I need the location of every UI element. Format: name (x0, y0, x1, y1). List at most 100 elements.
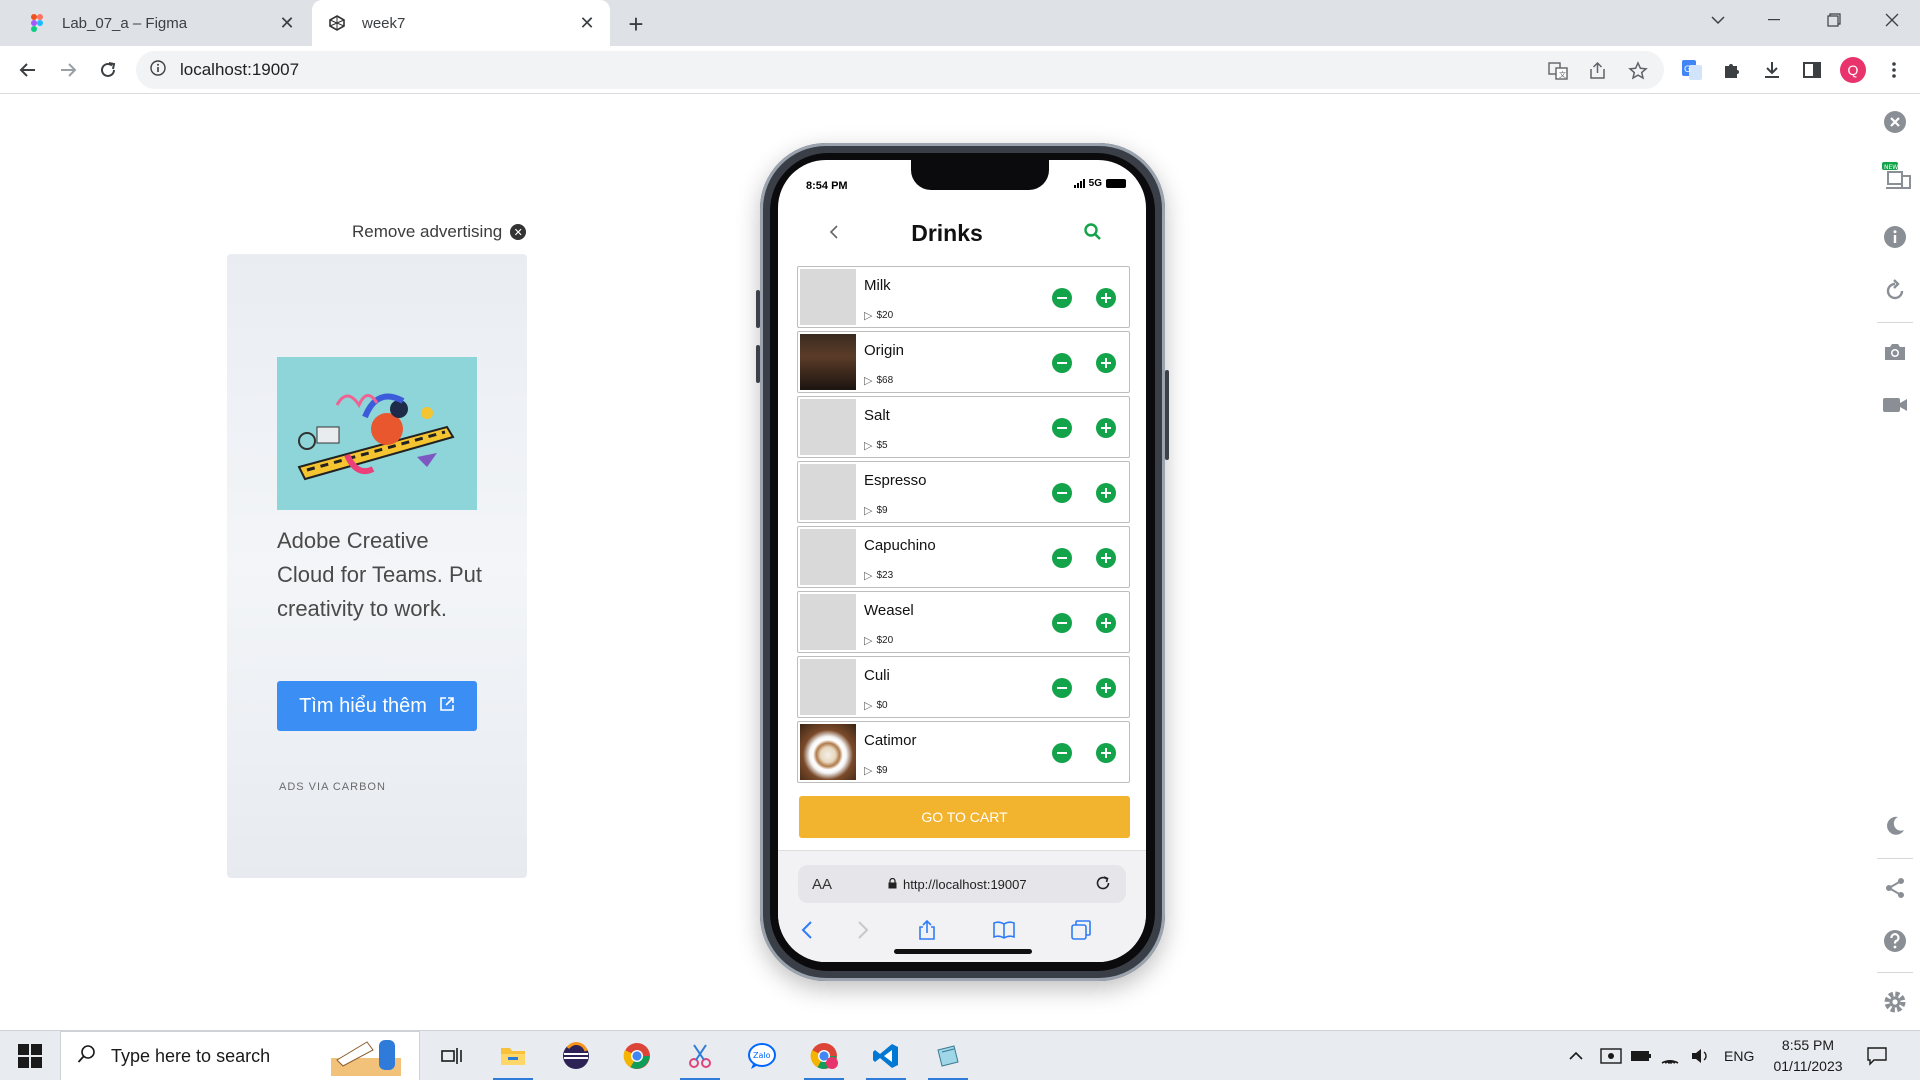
help-icon[interactable] (1880, 926, 1910, 956)
safari-tabs-icon[interactable] (1066, 915, 1096, 945)
text-size-button[interactable]: AA (812, 876, 832, 893)
gear-icon[interactable] (1880, 987, 1910, 1017)
minimize-button[interactable] (1746, 0, 1802, 40)
list-item[interactable]: Weasel ▷ $20 (797, 591, 1130, 653)
extensions-puzzle-icon[interactable] (1716, 54, 1748, 86)
list-item[interactable]: Culi ▷ $0 (797, 656, 1130, 718)
address-bar[interactable]: localhost:19007 文 (136, 51, 1664, 89)
safari-bookmarks-icon[interactable] (989, 915, 1019, 945)
eclipse-icon[interactable] (556, 1036, 596, 1076)
list-item[interactable]: Origin ▷ $68 (797, 331, 1130, 393)
dark-mode-moon-icon[interactable] (1880, 811, 1910, 841)
task-view-icon[interactable] (432, 1036, 472, 1076)
tab-figma[interactable]: Lab_07_a – Figma ✕ (12, 0, 310, 46)
remove-advertising-link[interactable]: Remove advertising ✕ (352, 222, 527, 242)
item-price-row: ▷ $9 (864, 764, 888, 777)
taskbar-search-input[interactable]: Type here to search (60, 1031, 420, 1080)
device-toggle-icon[interactable]: NEW (1880, 162, 1914, 192)
item-price: $9 (876, 505, 888, 516)
reload-icon[interactable] (1094, 874, 1114, 894)
input-language[interactable]: ENG (1724, 1031, 1754, 1080)
safari-address-bar[interactable]: AA http://localhost:19007 (798, 865, 1126, 903)
battery-icon[interactable] (1630, 1031, 1652, 1080)
new-tab-button[interactable]: + (620, 8, 652, 40)
minus-icon (1057, 427, 1067, 429)
forward-arrow-icon[interactable] (52, 54, 84, 86)
file-explorer-icon[interactable] (493, 1036, 533, 1080)
increase-button[interactable] (1096, 353, 1116, 373)
decrease-button[interactable] (1052, 353, 1072, 373)
list-item[interactable]: Espresso ▷ $9 (797, 461, 1130, 523)
share-nodes-icon[interactable] (1880, 873, 1910, 903)
chrome-icon[interactable] (617, 1036, 657, 1076)
list-item[interactable]: Milk ▷ $20 (797, 266, 1130, 328)
increase-button[interactable] (1096, 613, 1116, 633)
tab-week7[interactable]: week7 ✕ (312, 0, 610, 46)
increase-button[interactable] (1096, 288, 1116, 308)
tab-title: Lab_07_a – Figma (62, 14, 188, 32)
close-circle-icon[interactable] (1880, 107, 1910, 137)
close-icon[interactable]: ✕ (574, 10, 600, 36)
safari-url-text: http://localhost:19007 (903, 876, 1027, 892)
google-translate-extension-icon[interactable]: G (1676, 54, 1708, 86)
figma-icon (28, 14, 46, 32)
restore-button[interactable] (1806, 0, 1862, 40)
decrease-button[interactable] (1052, 288, 1072, 308)
increase-button[interactable] (1096, 483, 1116, 503)
ad-learn-more-button[interactable]: Tìm hiểu thêm (277, 681, 477, 731)
increase-button[interactable] (1096, 743, 1116, 763)
translate-icon[interactable]: 文 (1546, 59, 1570, 83)
volume-icon[interactable] (1690, 1031, 1710, 1080)
item-name: Origin (864, 342, 905, 359)
decrease-button[interactable] (1052, 483, 1072, 503)
decrease-button[interactable] (1052, 418, 1072, 438)
tab-search-icon[interactable] (1690, 0, 1746, 40)
decrease-button[interactable] (1052, 548, 1072, 568)
rotate-icon[interactable] (1880, 276, 1910, 306)
zalo-icon[interactable]: Zalo (742, 1036, 782, 1076)
snipping-tool-icon[interactable] (680, 1036, 720, 1080)
show-hidden-icons-chevron-icon[interactable] (1568, 1031, 1584, 1080)
increase-button[interactable] (1096, 548, 1116, 568)
info-icon[interactable] (1880, 222, 1910, 252)
bookmark-star-icon[interactable] (1626, 59, 1650, 83)
notification-center-icon[interactable] (1866, 1031, 1888, 1080)
increase-button[interactable] (1096, 418, 1116, 438)
decrease-button[interactable] (1052, 613, 1072, 633)
item-name: Milk (864, 277, 891, 294)
increase-button[interactable] (1096, 678, 1116, 698)
ad-illustration[interactable] (277, 357, 477, 510)
close-window-button[interactable] (1864, 0, 1920, 40)
taskbar-clock[interactable]: 8:55 PM 01/11/2023 (1766, 1035, 1850, 1077)
decrease-button[interactable] (1052, 678, 1072, 698)
side-panel-icon[interactable] (1796, 54, 1828, 86)
vscode-icon[interactable] (866, 1036, 906, 1080)
close-icon[interactable]: ✕ (274, 10, 300, 36)
go-to-cart-button[interactable]: GO TO CART (799, 796, 1130, 838)
download-icon[interactable] (1756, 54, 1788, 86)
back-arrow-icon[interactable] (12, 54, 44, 86)
item-thumbnail (800, 334, 856, 390)
safari-share-icon[interactable] (912, 915, 942, 945)
profile-avatar[interactable]: Q (1840, 57, 1866, 83)
share-icon[interactable] (1586, 59, 1610, 83)
safari-back-icon[interactable] (792, 915, 822, 945)
meet-now-icon[interactable] (1600, 1031, 1622, 1080)
chrome-profile-icon[interactable] (804, 1036, 844, 1080)
ad-attribution[interactable]: ADS VIA CARBON (279, 781, 386, 793)
wifi-icon[interactable] (1660, 1031, 1680, 1080)
safari-forward-icon[interactable] (848, 915, 878, 945)
windows-start-icon[interactable] (18, 1044, 42, 1068)
list-item[interactable]: Catimor ▷ $9 (797, 721, 1130, 783)
item-price-row: ▷ $23 (864, 569, 893, 582)
camera-icon[interactable] (1880, 337, 1910, 367)
info-icon[interactable] (150, 59, 166, 81)
reload-icon[interactable] (92, 54, 124, 86)
search-icon[interactable] (1083, 222, 1105, 244)
list-item[interactable]: Salt ▷ $5 (797, 396, 1130, 458)
notepad-app-icon[interactable] (928, 1036, 968, 1080)
list-item[interactable]: Capuchino ▷ $23 (797, 526, 1130, 588)
more-menu-icon[interactable] (1878, 54, 1910, 86)
decrease-button[interactable] (1052, 743, 1072, 763)
video-camera-icon[interactable] (1880, 390, 1910, 420)
